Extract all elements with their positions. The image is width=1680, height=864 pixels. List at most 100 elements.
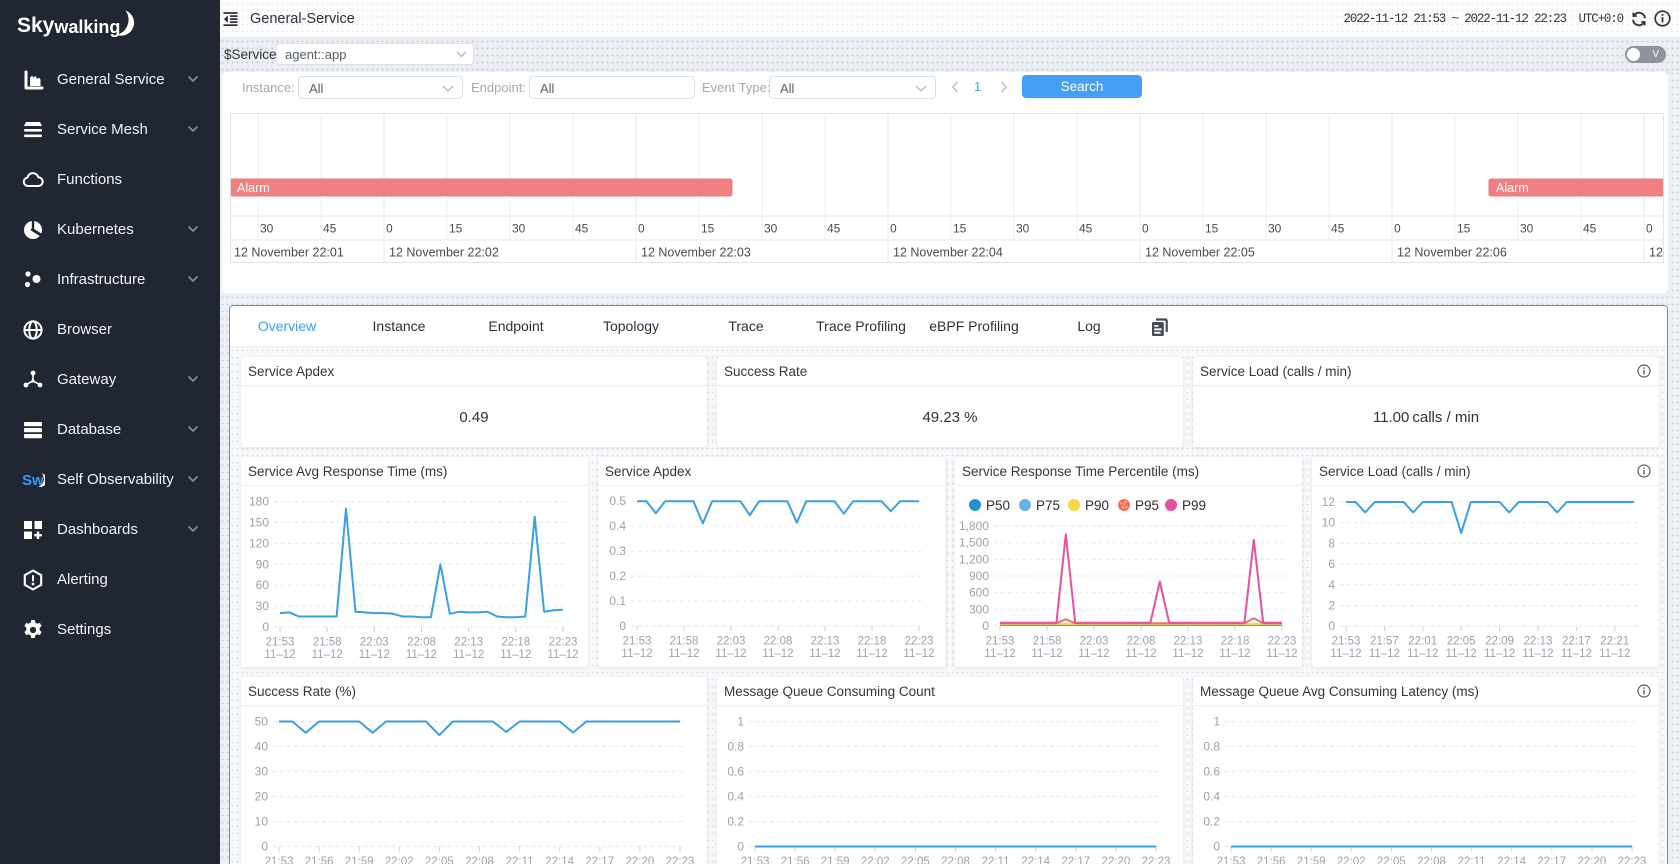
svg-text:11–12: 11–12: [1172, 648, 1203, 660]
svg-text:0.2: 0.2: [609, 569, 626, 583]
svg-text:11–12: 11–12: [1522, 648, 1553, 660]
svg-text:0.2: 0.2: [1203, 815, 1220, 829]
svg-text:11–12: 11–12: [762, 648, 793, 660]
svg-text:0.4: 0.4: [727, 790, 744, 804]
svg-text:30: 30: [1520, 222, 1534, 236]
svg-text:12 November 22:02: 12 November 22:02: [389, 246, 499, 260]
svg-text:15: 15: [1205, 222, 1219, 236]
svg-text:45: 45: [1079, 222, 1093, 236]
svg-text:22:11: 22:11: [506, 856, 534, 864]
svg-text:22:23: 22:23: [1268, 636, 1297, 648]
svg-text:22:18: 22:18: [1221, 636, 1250, 648]
svg-text:22:13: 22:13: [1524, 636, 1553, 648]
svg-text:21:59: 21:59: [1297, 856, 1326, 864]
svg-text:45: 45: [1583, 222, 1597, 236]
svg-text:21:57: 21:57: [1370, 636, 1399, 648]
svg-text:21:53: 21:53: [1217, 856, 1246, 864]
svg-text:11–12: 11–12: [359, 649, 390, 661]
svg-text:12 November 22:06: 12 November 22:06: [1397, 246, 1507, 260]
svg-text:30: 30: [255, 765, 269, 779]
svg-text:22:20: 22:20: [1102, 856, 1131, 864]
svg-text:22:08: 22:08: [941, 856, 970, 864]
svg-text:300: 300: [969, 602, 989, 616]
svg-text:11–12: 11–12: [984, 648, 1015, 660]
svg-text:0: 0: [1142, 222, 1149, 236]
svg-text:22:23: 22:23: [549, 637, 578, 649]
svg-text:11–12: 11–12: [1031, 648, 1062, 660]
svg-text:22:20: 22:20: [1578, 856, 1607, 864]
svg-text:22:23: 22:23: [1618, 856, 1647, 864]
svg-text:1: 1: [1213, 715, 1220, 729]
svg-text:30: 30: [512, 222, 526, 236]
svg-text:11–12: 11–12: [312, 649, 343, 661]
svg-text:22:05: 22:05: [901, 856, 930, 864]
svg-text:11–12: 11–12: [1078, 648, 1109, 660]
svg-text:21:53: 21:53: [266, 637, 295, 649]
svg-text:12: 12: [1649, 246, 1663, 260]
svg-text:45: 45: [1331, 222, 1345, 236]
svg-text:22:08: 22:08: [764, 636, 793, 648]
svg-text:20: 20: [255, 790, 269, 804]
svg-text:Alarm: Alarm: [237, 181, 270, 195]
svg-text:0.3: 0.3: [609, 544, 626, 558]
svg-text:22:17: 22:17: [1537, 856, 1566, 864]
svg-text:12 November 22:03: 12 November 22:03: [641, 246, 751, 260]
svg-text:21:59: 21:59: [821, 856, 850, 864]
svg-text:11–12: 11–12: [856, 648, 887, 660]
svg-text:22:13: 22:13: [811, 636, 840, 648]
svg-text:11–12: 11–12: [1125, 648, 1156, 660]
svg-text:30: 30: [764, 222, 778, 236]
svg-text:30: 30: [1268, 222, 1282, 236]
svg-text:21:56: 21:56: [1257, 856, 1286, 864]
svg-text:11–12: 11–12: [668, 648, 699, 660]
svg-text:0.5: 0.5: [609, 494, 626, 508]
svg-text:22:13: 22:13: [454, 637, 483, 649]
svg-text:0: 0: [1213, 840, 1220, 854]
svg-text:21:53: 21:53: [741, 856, 770, 864]
svg-text:0: 0: [262, 620, 269, 634]
svg-text:15: 15: [449, 222, 463, 236]
svg-text:22:03: 22:03: [1080, 636, 1109, 648]
svg-text:11–12: 11–12: [809, 648, 840, 660]
svg-text:P90: P90: [1085, 498, 1109, 513]
svg-text:11–12: 11–12: [264, 649, 295, 661]
svg-text:22:08: 22:08: [407, 637, 436, 649]
svg-text:22:02: 22:02: [385, 856, 414, 864]
svg-text:22:01: 22:01: [1408, 636, 1437, 648]
svg-text:22:14: 22:14: [1021, 856, 1050, 864]
svg-text:22:11: 22:11: [1458, 856, 1486, 864]
svg-text:12 November 22:04: 12 November 22:04: [893, 246, 1003, 260]
svg-text:22:05: 22:05: [425, 856, 454, 864]
svg-text:30: 30: [1016, 222, 1030, 236]
svg-text:0: 0: [1394, 222, 1401, 236]
svg-text:10: 10: [255, 815, 269, 829]
svg-text:1,200: 1,200: [959, 552, 989, 566]
svg-text:22:05: 22:05: [1377, 856, 1406, 864]
svg-text:22:23: 22:23: [905, 636, 934, 648]
svg-text:10: 10: [1322, 516, 1336, 530]
svg-text:11–12: 11–12: [500, 649, 531, 661]
svg-text:11–12: 11–12: [406, 649, 437, 661]
svg-text:22:20: 22:20: [626, 856, 655, 864]
svg-text:21:58: 21:58: [1033, 636, 1062, 648]
svg-text:12 November 22:05: 12 November 22:05: [1145, 246, 1255, 260]
svg-text:11–12: 11–12: [1266, 648, 1297, 660]
svg-text:22:13: 22:13: [1174, 636, 1203, 648]
svg-text:22:02: 22:02: [861, 856, 890, 864]
svg-text:150: 150: [249, 516, 269, 530]
svg-text:11–12: 11–12: [453, 649, 484, 661]
svg-text:0.2: 0.2: [727, 815, 744, 829]
svg-text:0.8: 0.8: [1203, 740, 1220, 754]
svg-text:8: 8: [1328, 536, 1335, 550]
svg-text:60: 60: [256, 578, 270, 592]
svg-text:21:53: 21:53: [986, 636, 1015, 648]
svg-text:22:17: 22:17: [585, 856, 614, 864]
svg-text:0: 0: [982, 619, 989, 633]
svg-text:21:58: 21:58: [670, 636, 699, 648]
svg-text:4: 4: [1328, 578, 1335, 592]
svg-text:0: 0: [261, 840, 268, 854]
svg-text:22:17: 22:17: [1061, 856, 1090, 864]
svg-text:11–12: 11–12: [1599, 648, 1630, 660]
svg-text:30: 30: [256, 599, 270, 613]
svg-text:22:03: 22:03: [717, 636, 746, 648]
